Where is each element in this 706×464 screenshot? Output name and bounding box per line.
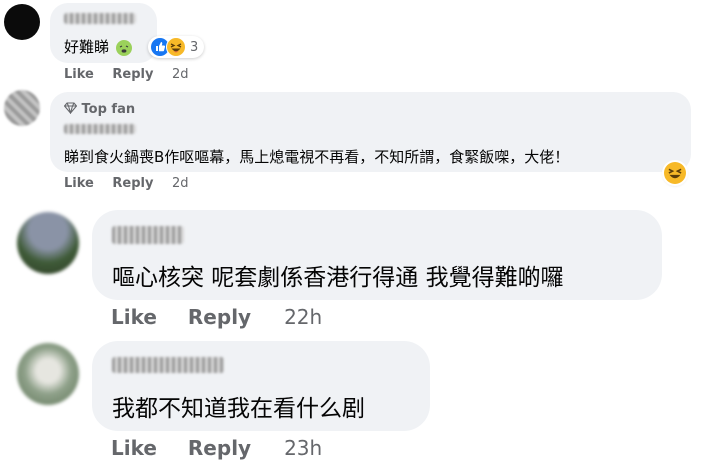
avatar[interactable] [4, 90, 40, 126]
commenter-name[interactable] [112, 226, 184, 244]
like-button[interactable]: Like [64, 176, 94, 191]
comment-bubble: 我都不知道我在看什么剧 [92, 341, 430, 431]
top-fan-badge[interactable]: Top fan [63, 102, 135, 117]
avatar[interactable] [4, 4, 40, 40]
timestamp[interactable]: 2d [172, 67, 189, 82]
haha-reaction-icon [166, 37, 186, 57]
reply-button[interactable]: Reply [112, 67, 153, 82]
diamond-icon [63, 102, 78, 116]
like-button[interactable]: Like [64, 67, 94, 82]
comment-actions: Like Reply 2d [64, 176, 189, 191]
like-button[interactable]: Like [111, 305, 157, 329]
comment-text: 睇到食火鍋喪B作呕嘔幕，馬上熄電視不再看，不知所謂，食緊飯㗎，大佬！ [64, 148, 570, 166]
commenter-name[interactable] [64, 13, 136, 24]
comment-bubble: 好難睇 [50, 3, 157, 63]
reply-button[interactable]: Reply [188, 436, 251, 460]
reactions-count: 3 [190, 39, 199, 55]
like-button[interactable]: Like [111, 436, 157, 460]
sick-face-emoji [115, 39, 132, 56]
comment-text: 嘔心核突 呢套劇係香港行得通 我覺得難啲囉 [112, 265, 564, 291]
comment-text: 好難睇 [64, 36, 132, 57]
avatar[interactable] [17, 343, 79, 405]
comment-text: 我都不知道我在看什么剧 [112, 396, 365, 422]
timestamp[interactable]: 23h [284, 436, 322, 460]
comment-bubble: 嘔心核突 呢套劇係香港行得通 我覺得難啲囉 [92, 210, 662, 300]
reactions-summary[interactable]: 3 [148, 36, 205, 58]
comment-bubble: Top fan 睇到食火鍋喪B作呕嘔幕，馬上熄電視不再看，不知所謂，食緊飯㗎，大… [50, 92, 691, 172]
reply-button[interactable]: Reply [112, 176, 153, 191]
comment-actions: Like Reply 22h [111, 305, 322, 329]
comment-actions: Like Reply 23h [111, 436, 322, 460]
haha-reaction-icon[interactable] [664, 162, 686, 184]
avatar[interactable] [17, 212, 79, 274]
reply-button[interactable]: Reply [188, 305, 251, 329]
timestamp[interactable]: 2d [172, 176, 189, 191]
commenter-name[interactable] [112, 357, 224, 373]
timestamp[interactable]: 22h [284, 305, 322, 329]
commenter-name[interactable] [64, 124, 136, 134]
comment-actions: Like Reply 2d [64, 67, 189, 82]
